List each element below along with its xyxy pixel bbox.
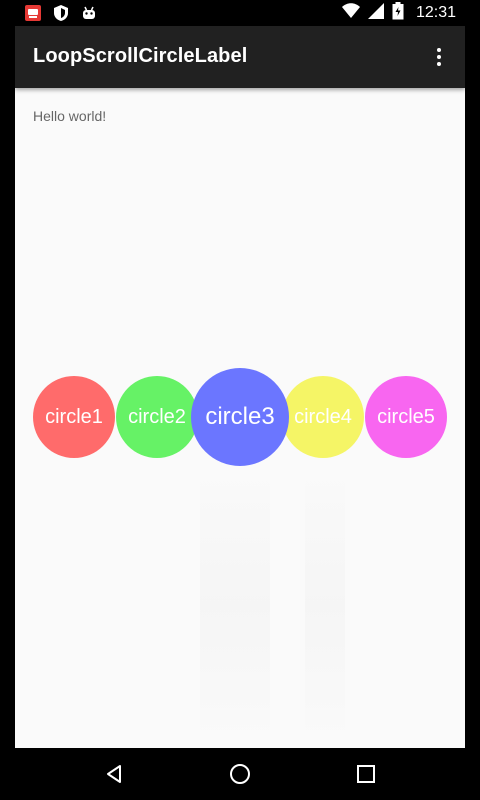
- circle-carousel[interactable]: circle1 circle2 circle4 circle5 circle3: [15, 26, 465, 748]
- circle-label-2[interactable]: circle2: [116, 376, 198, 458]
- battery-icon: [392, 1, 404, 25]
- cellular-signal-icon: [367, 2, 384, 24]
- recents-button[interactable]: [350, 758, 382, 790]
- app-title: LoopScrollCircleLabel: [33, 45, 248, 67]
- scroll-trail: [200, 466, 270, 746]
- recents-icon: [357, 765, 375, 783]
- app-window: LoopScrollCircleLabel Hello world! circl…: [15, 26, 465, 748]
- action-bar: LoopScrollCircleLabel: [15, 26, 465, 88]
- navigation-bar: [0, 748, 480, 800]
- status-bar: 12:31: [0, 0, 480, 26]
- home-icon: [230, 764, 250, 784]
- circle-label-text: circle1: [45, 405, 103, 428]
- system-status-area: 12:31: [341, 0, 456, 26]
- circle-label-text: circle2: [128, 405, 186, 428]
- device-screen: 12:31 LoopScrollCircleLabel Hello world!…: [0, 0, 480, 800]
- circle-label-text: circle5: [377, 405, 435, 428]
- more-vert-icon: [437, 48, 441, 52]
- circle-label-3-selected[interactable]: circle3: [191, 368, 289, 466]
- more-vert-icon-dot: [437, 55, 441, 59]
- clock: 12:31: [415, 4, 456, 21]
- back-icon: [107, 765, 121, 783]
- overflow-menu-button[interactable]: [421, 39, 457, 75]
- circle-label-1[interactable]: circle1: [33, 376, 115, 458]
- circle-label-5[interactable]: circle5: [365, 376, 447, 458]
- android-icon: [80, 4, 98, 22]
- back-button[interactable]: [98, 758, 130, 790]
- wifi-icon: [341, 2, 360, 24]
- more-vert-icon-dot: [437, 62, 441, 66]
- home-button[interactable]: [224, 758, 256, 790]
- circle-label-text: circle3: [205, 403, 275, 430]
- notification-area: [24, 4, 98, 22]
- shield-icon: [52, 4, 70, 22]
- circle-label-4[interactable]: circle4: [282, 376, 364, 458]
- scroll-trail: [305, 466, 345, 746]
- app-notification-icon: [24, 4, 42, 22]
- circle-label-text: circle4: [294, 405, 352, 428]
